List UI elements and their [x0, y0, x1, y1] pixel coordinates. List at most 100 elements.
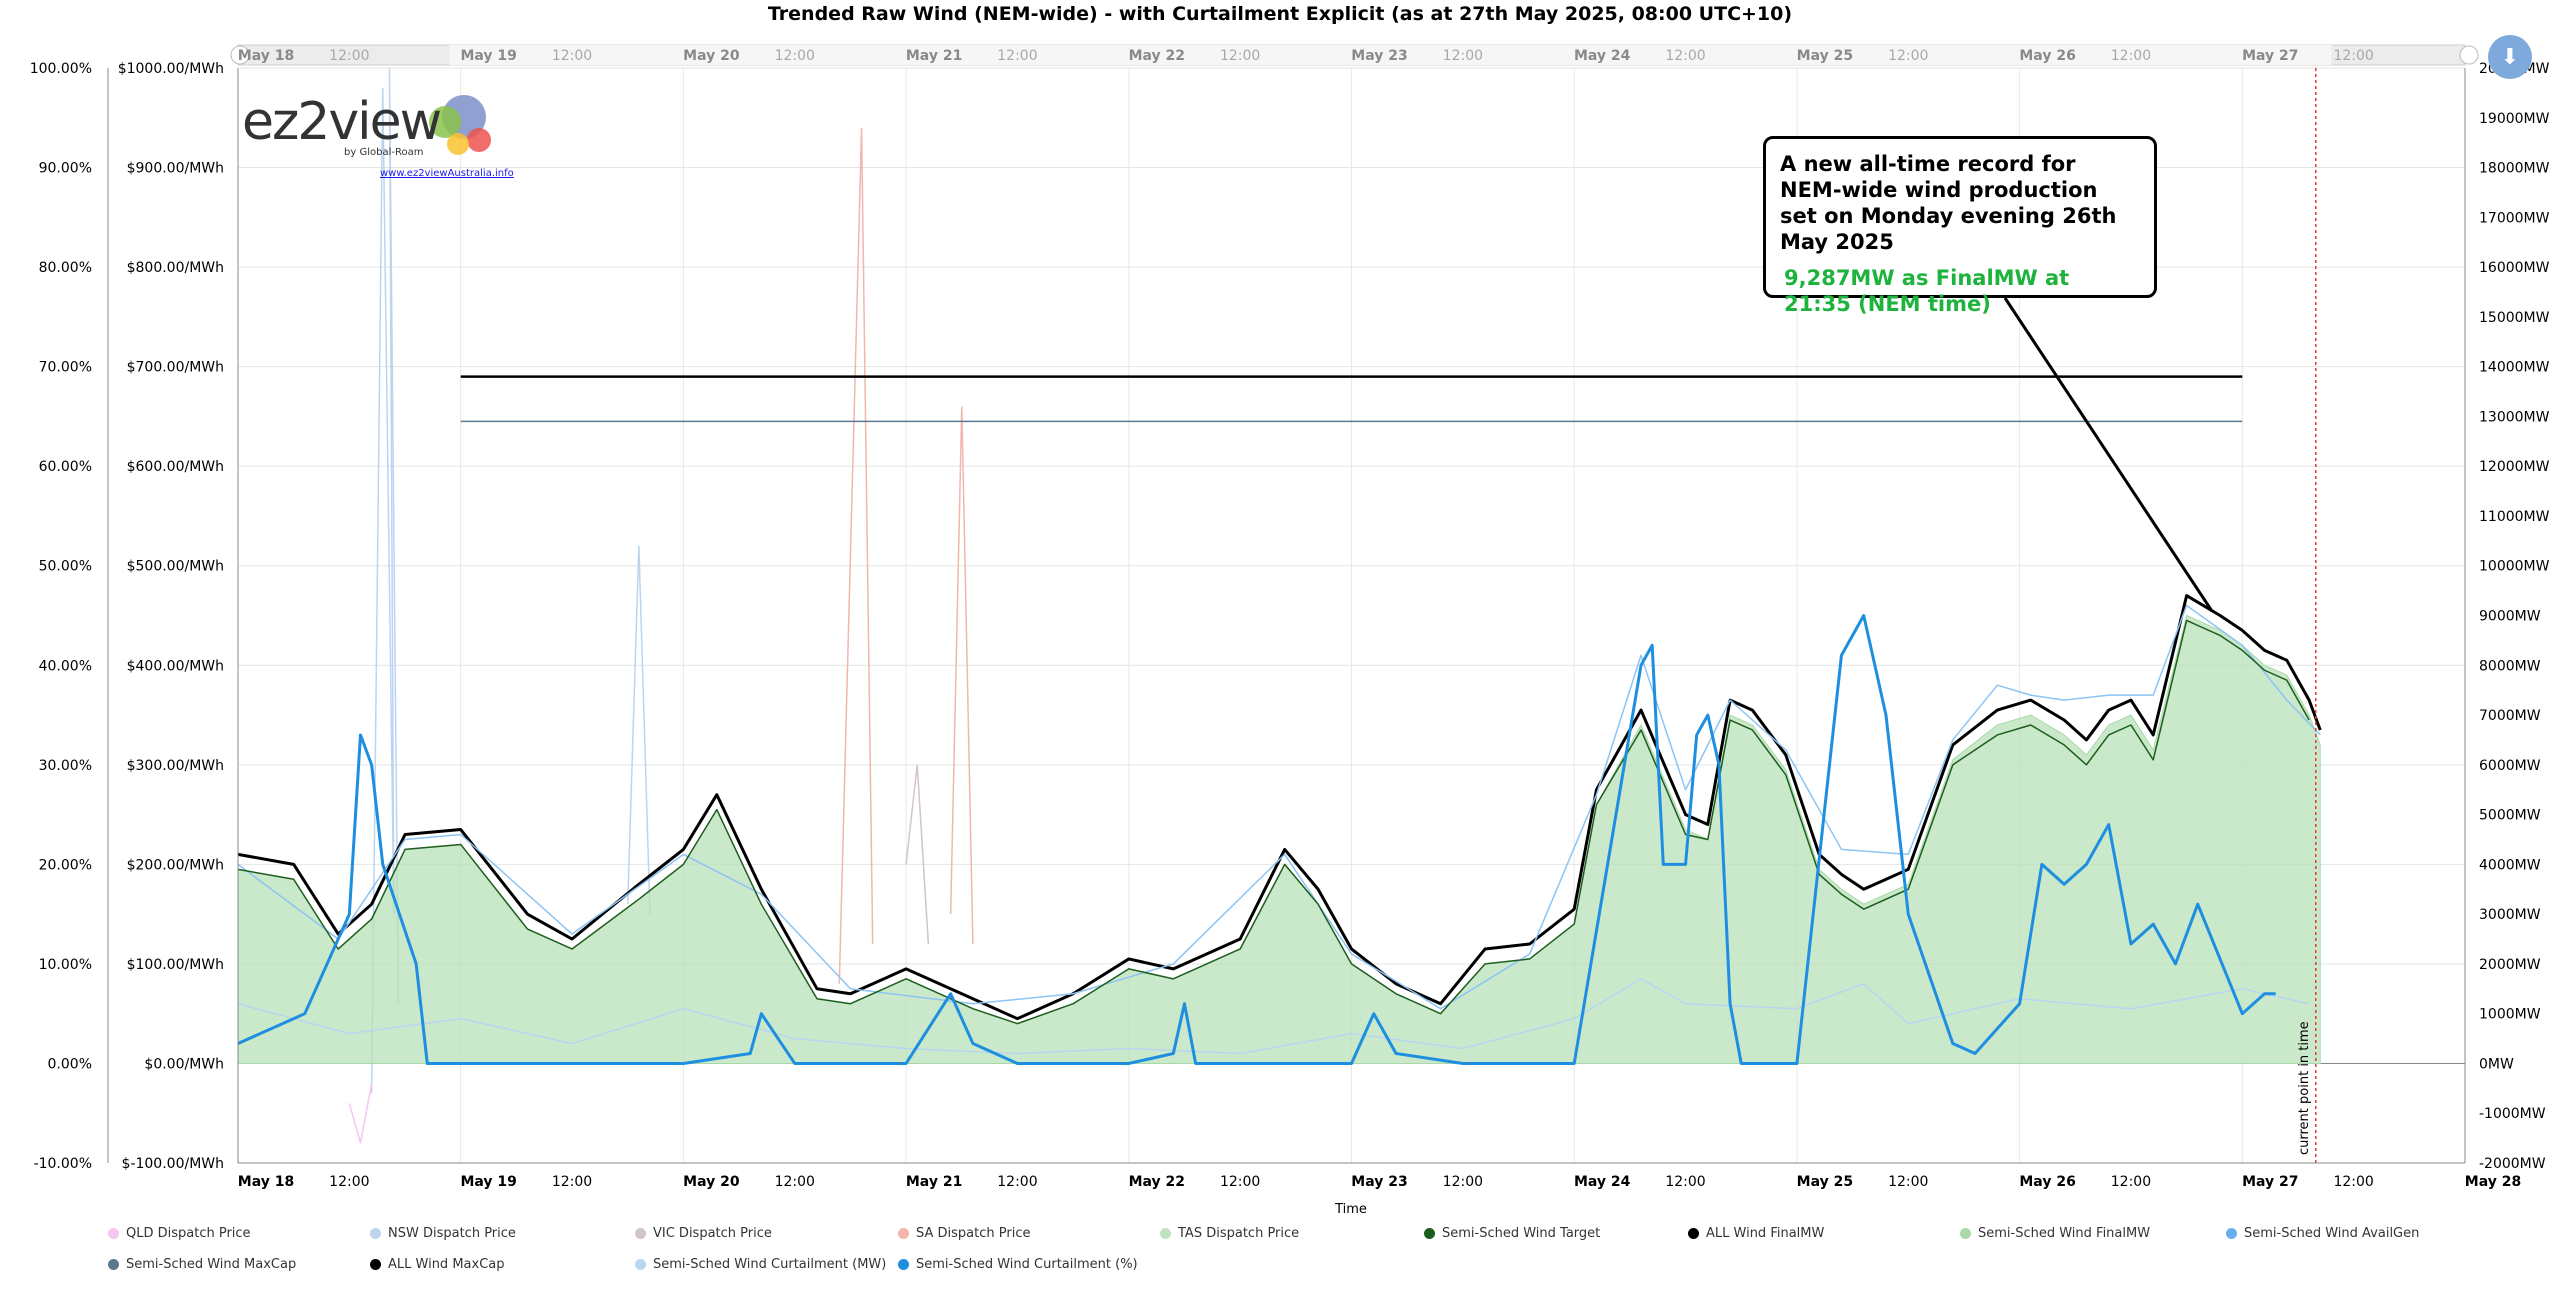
legend-item[interactable]: Semi-Sched Wind FinalMW — [1960, 1226, 2150, 1241]
annotation-main-text: A new all-time record for NEM-wide wind … — [1780, 152, 2117, 254]
y-left-pct-tick: 30.00% — [39, 758, 92, 774]
x-axis-tick: 12:00 — [1888, 1174, 1928, 1190]
x-axis-tick: May 20 — [683, 1174, 740, 1190]
logo-wordmark: ez2view — [242, 92, 442, 152]
x-axis-tick: 12:00 — [2333, 1174, 2373, 1190]
x-axis-tick: May 19 — [460, 1174, 516, 1190]
x-axis-tick: May 18 — [238, 1174, 294, 1190]
y-left-price-tick: $700.00/MWh — [127, 360, 224, 376]
legend-item[interactable]: ALL Wind FinalMW — [1688, 1226, 1824, 1241]
legend-item[interactable]: TAS Dispatch Price — [1160, 1226, 1299, 1241]
navigator-tick: May 27 — [2242, 48, 2298, 64]
legend-item[interactable]: Semi-Sched Wind AvailGen — [2226, 1226, 2419, 1241]
y-left-pct-tick: 20.00% — [39, 857, 92, 873]
x-axis-tick: May 25 — [1797, 1174, 1853, 1190]
x-axis-tick: May 22 — [1129, 1174, 1185, 1190]
y-right-mw-tick: 0MW — [2479, 1056, 2514, 1072]
y-left-pct-tick: 100.00% — [30, 61, 92, 77]
y-right-mw-tick: 3000MW — [2479, 907, 2541, 923]
legend-label: Semi-Sched Wind Target — [1442, 1226, 1601, 1241]
y-right-mw-tick: 14000MW — [2479, 360, 2550, 376]
price-spike-line — [905, 764, 930, 945]
navigator-tick: 12:00 — [552, 48, 592, 64]
price-spike-line — [949, 406, 974, 945]
semi-sched-wind-finalmw-area — [237, 614, 2321, 1064]
y-left-price-tick: $100.00/MWh — [127, 957, 224, 973]
x-axis-tick: 12:00 — [2111, 1174, 2151, 1190]
legend-label: Semi-Sched Wind AvailGen — [2244, 1226, 2420, 1241]
legend-item[interactable]: QLD Dispatch Price — [108, 1226, 251, 1241]
legend-marker-icon — [1424, 1228, 1435, 1239]
y-right-mw-tick: 8000MW — [2479, 658, 2541, 674]
navigator-tick: 12:00 — [1220, 48, 1260, 64]
legend-item[interactable]: Semi-Sched Wind Curtailment (%) — [898, 1257, 1138, 1272]
y-left-pct-tick: 10.00% — [39, 957, 92, 973]
legend-label: Semi-Sched Wind MaxCap — [126, 1257, 297, 1272]
legend-marker-icon — [635, 1259, 646, 1270]
legend-label: Semi-Sched Wind Curtailment (%) — [916, 1257, 1138, 1272]
legend-item[interactable]: Semi-Sched Wind Curtailment (MW) — [635, 1257, 886, 1272]
y-right-mw-tick: 19000MW — [2479, 111, 2550, 127]
navigator-tick: 12:00 — [997, 48, 1037, 64]
y-right-mw-tick: 5000MW — [2479, 808, 2541, 824]
navigator-tick: 12:00 — [775, 48, 815, 64]
y-right-mw-tick: 7000MW — [2479, 708, 2541, 724]
legend-item[interactable]: Semi-Sched Wind MaxCap — [108, 1257, 296, 1272]
legend-label: Semi-Sched Wind FinalMW — [1978, 1226, 2151, 1241]
navigator-tick: 12:00 — [2111, 48, 2151, 64]
legend-marker-icon — [898, 1228, 909, 1239]
y-right-mw-tick: 18000MW — [2479, 161, 2550, 177]
y-left-price-tick: $-100.00/MWh — [122, 1156, 224, 1172]
navigator-tick: May 25 — [1797, 48, 1853, 64]
legend-marker-icon — [2226, 1228, 2237, 1239]
y-right-mw-tick: 4000MW — [2479, 857, 2541, 873]
legend-label: TAS Dispatch Price — [1178, 1226, 1300, 1241]
y-left-price-tick: $500.00/MWh — [127, 559, 224, 575]
y-right-mw-tick: 15000MW — [2479, 310, 2550, 326]
y-right-mw-tick: 11000MW — [2479, 509, 2550, 525]
navigator-tick: May 24 — [1574, 48, 1631, 64]
x-axis-tick: 12:00 — [1443, 1174, 1483, 1190]
y-right-mw-tick: 16000MW — [2479, 260, 2550, 276]
x-axis-tick: 12:00 — [1665, 1174, 1705, 1190]
legend-label: ALL Wind FinalMW — [1706, 1226, 1825, 1241]
download-icon[interactable]: ⬇ — [2488, 35, 2532, 79]
annotation-value-text: 9,287MW as FinalMW at 21:35 (NEM time) — [1784, 266, 2070, 316]
legend-item[interactable]: Semi-Sched Wind Target — [1424, 1226, 1600, 1241]
y-left-price-tick: $0.00/MWh — [144, 1056, 224, 1072]
y-right-mw-tick: -1000MW — [2479, 1106, 2546, 1122]
wind-area-layer — [237, 614, 2321, 1064]
x-axis-tick: May 26 — [2019, 1174, 2075, 1190]
legend-item[interactable]: ALL Wind MaxCap — [370, 1257, 505, 1272]
y-left-pct-tick: 0.00% — [48, 1056, 92, 1072]
y-left-pct-tick: 90.00% — [39, 161, 92, 177]
legend-marker-icon — [1160, 1228, 1171, 1239]
legend-marker-icon — [370, 1228, 381, 1239]
y-left-pct-tick: 80.00% — [39, 260, 92, 276]
navigator-tick: May 21 — [906, 48, 962, 64]
y-left-price-tick: $800.00/MWh — [127, 260, 224, 276]
legend-item[interactable]: SA Dispatch Price — [898, 1226, 1030, 1241]
legend-marker-icon — [898, 1259, 909, 1270]
record-annotation-box: A new all-time record for NEM-wide wind … — [1763, 136, 2157, 316]
y-right-mw-tick: 9000MW — [2479, 609, 2541, 625]
legend-item[interactable]: NSW Dispatch Price — [370, 1226, 516, 1241]
navigator-tick: May 18 — [238, 48, 294, 64]
logo-byline: by Global-Roam — [344, 147, 424, 158]
x-axis-tick: 12:00 — [997, 1174, 1037, 1190]
y-left-pct-tick: 60.00% — [39, 459, 92, 475]
price-spike-line — [838, 127, 874, 984]
y-left-price-tick: $1000.00/MWh — [118, 61, 224, 77]
legend-item[interactable]: VIC Dispatch Price — [635, 1226, 772, 1241]
x-axis-tick: May 27 — [2242, 1174, 2298, 1190]
y-right-mw-tick: 2000MW — [2479, 957, 2541, 973]
y-right-mw-tick: 6000MW — [2479, 758, 2541, 774]
legend-label: NSW Dispatch Price — [388, 1226, 516, 1241]
chart-title: Trended Raw Wind (NEM-wide) - with Curta… — [768, 3, 1792, 25]
logo-url-link[interactable]: www.ez2viewAustralia.info — [380, 168, 514, 179]
chart-legend: QLD Dispatch Price NSW Dispatch Price VIC … — [108, 1226, 2530, 1286]
x-axis-tick: 12:00 — [552, 1174, 592, 1190]
navigator-tick: 12:00 — [329, 48, 369, 64]
y-left-pct-tick: 40.00% — [39, 658, 92, 674]
x-axis-tick: May 24 — [1574, 1174, 1631, 1190]
